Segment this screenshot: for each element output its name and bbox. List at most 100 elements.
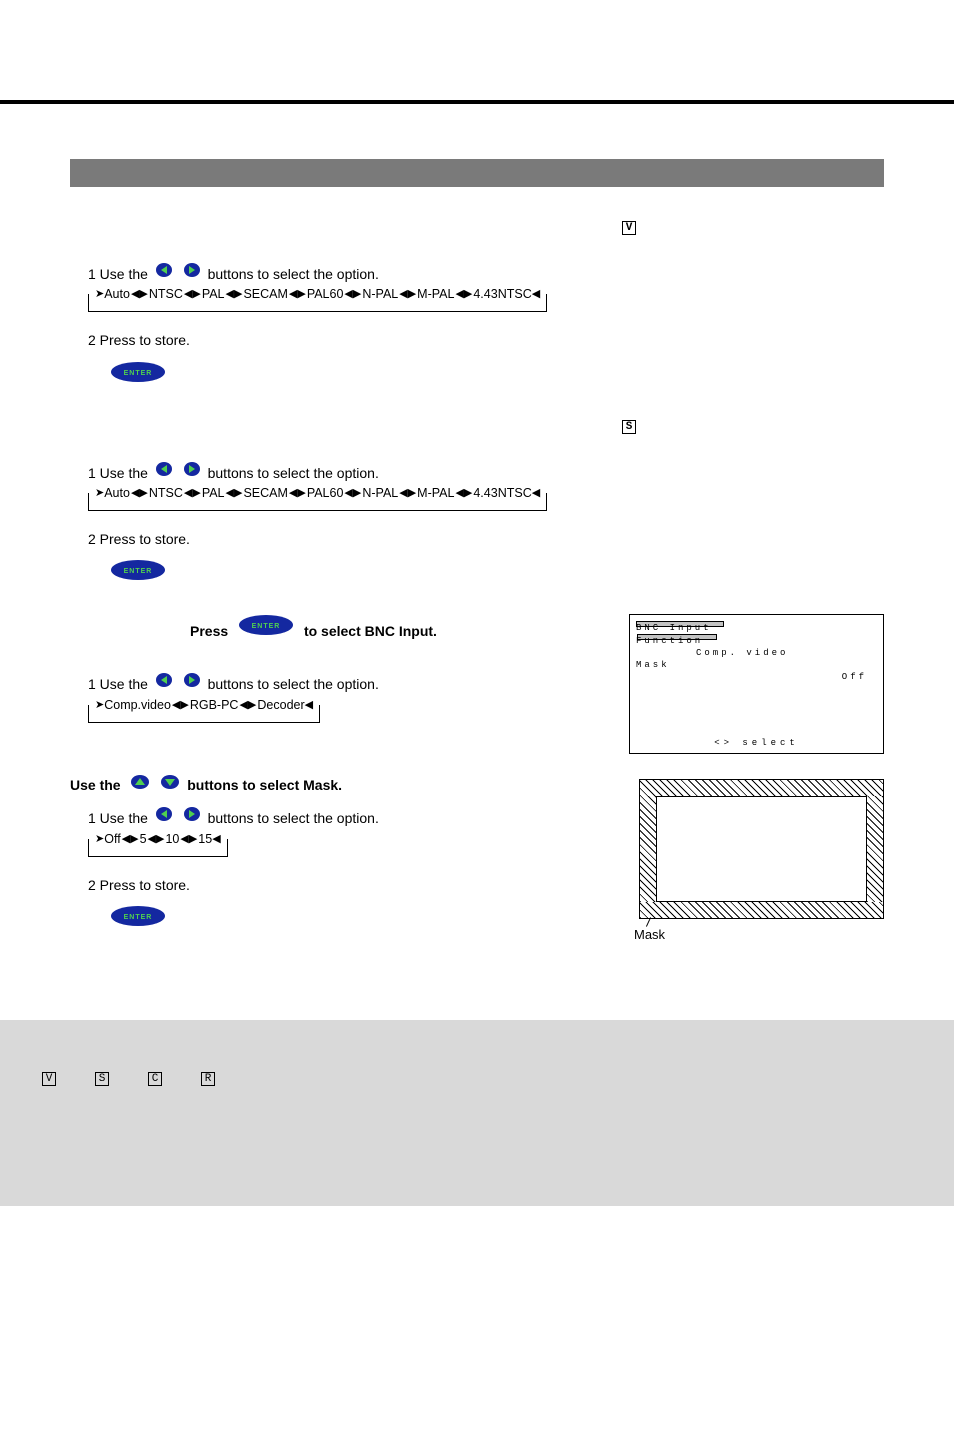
footer-item: R [199,1070,217,1086]
mask-sequence: ➤ Off ◀▶ 5 ◀▶ 10 ◀▶ 15 ◀ [88,839,610,857]
step2-prefix: 2 Press [88,531,135,547]
seq-item: PAL [202,485,225,501]
video-input-step1: 1 Use the buttons to select the option. [88,261,884,284]
seq-item: Decoder [257,697,304,713]
left-arrow-button-icon[interactable] [155,460,173,478]
footer-item: C [146,1070,164,1086]
step1-suffix: buttons to select the option. [208,810,379,826]
seq-item: PAL60 [307,485,344,501]
seq-item: M-PAL [417,286,454,302]
mask-step1: 1 Use the buttons to select the option. [88,805,610,828]
hatch-top [640,780,883,796]
svg-text:ENTER: ENTER [252,623,281,630]
ref-l3v: Off [842,672,867,682]
seq-item: SECAM [243,286,287,302]
seq-item: 10 [165,831,179,847]
enter-button-icon[interactable]: ENTER [110,361,884,388]
ref-l3: Mask [636,660,670,670]
enter-button-icon[interactable]: ENTER [110,559,884,586]
left-arrow-button-icon[interactable] [155,805,173,823]
step1-prefix: 1 Use the [88,465,148,481]
seq-item: RGB-PC [190,697,239,713]
box-letter-s: S [95,1072,109,1086]
seq-item: PAL60 [307,286,344,302]
ref-l2: Function [636,636,703,646]
enter-button-icon[interactable]: ENTER [110,905,610,932]
page-body: V 1 Use the buttons to select the option… [0,159,954,960]
hatch-right [867,796,883,902]
seq-item: Off [104,831,120,847]
video-input-step2: 2 Press to store. [88,330,884,350]
hatch-left [640,796,656,902]
seq-item: NTSC [149,286,183,302]
seq-item: 5 [140,831,147,847]
box-letter-c: C [148,1072,162,1086]
video-input-label: V [620,221,638,235]
box-letter-r: R [201,1072,215,1086]
ref-l2v: Comp. video [696,648,788,658]
step2-prefix: 2 Press [88,332,135,348]
s-input-step2: 2 Press to store. [88,529,884,549]
left-arrow-button-icon[interactable] [155,671,173,689]
enter-label: ENTER [124,568,153,575]
hatch-bottom [640,902,883,918]
section-video-input: V [70,217,884,235]
step2-suffix: to store. [139,332,190,348]
bnc-trail: to select BNC Input. [304,623,437,639]
section-bnc-input: Press ENTER to select BNC Input. 1 Use t… [70,614,884,754]
step1-prefix: 1 Use the [88,810,148,826]
right-arrow-button-icon[interactable] [183,460,201,478]
s-input-label: S [620,420,638,434]
seq-item: PAL [202,286,225,302]
footer-item: V [40,1070,58,1086]
seq-item: M-PAL [417,485,454,501]
mask-intro-prefix: Use the [70,777,121,793]
mask-step2: 2 Press to store. [88,875,610,895]
section-mask: Use the buttons to select Mask. 1 Use th… [70,754,884,960]
video-input-sequence: ➤ Auto ◀▶ NTSC ◀▶ PAL ◀▶ SECAM ◀▶ PAL60 … [88,294,884,312]
right-arrow-button-icon[interactable] [183,805,201,823]
enter-label: ENTER [124,370,153,377]
right-arrow-button-icon[interactable] [183,261,201,279]
step1-prefix: 1 Use the [88,676,148,692]
box-letter-s: S [622,420,636,434]
step1-suffix: buttons to select the option. [208,676,379,692]
s-input-step1: 1 Use the buttons to select the option. [88,460,884,483]
mask-intro-suffix: buttons to select Mask. [187,777,342,793]
ref-footer: <> select [636,737,877,749]
footer-panel: V S C R [0,1020,954,1206]
mask-inner-frame [656,796,867,902]
seq-item: Auto [104,485,130,501]
svg-text:ENTER: ENTER [124,914,153,921]
footer-item: S [93,1070,111,1086]
step1-prefix: 1 Use the [88,266,148,282]
mask-diagram: Mask [639,779,884,919]
step2-suffix: to store. [139,877,190,893]
up-arrow-button-icon[interactable] [130,774,150,795]
seq-item: N-PAL [362,485,398,501]
bnc-lead: Press [190,623,228,639]
seq-item: 4.43NTSC [473,286,531,302]
step1-suffix: buttons to select the option. [208,465,379,481]
seq-item: Auto [104,286,130,302]
header-rule [0,100,954,104]
step1-suffix: buttons to select the option. [208,266,379,282]
left-arrow-button-icon[interactable] [155,261,173,279]
step2-suffix: to store. [139,531,190,547]
s-input-sequence: ➤ Auto ◀▶ NTSC ◀▶ PAL ◀▶ SECAM ◀▶ PAL60 … [88,493,884,511]
mask-callout: Mask [634,927,665,942]
box-letter-v: V [622,221,636,235]
seq-item: SECAM [243,485,287,501]
bnc-step1: 1 Use the buttons to select the option. [88,671,610,694]
seq-item: 15 [198,831,212,847]
bnc-sequence: ➤ Comp.video ◀▶ RGB-PC ◀▶ Decoder ◀ [88,705,610,723]
seq-item: N-PAL [362,286,398,302]
section-title-bar [70,159,884,187]
enter-button-icon[interactable]: ENTER [238,614,294,636]
step2-prefix: 2 Press [88,877,135,893]
section-s-input: S [70,416,884,434]
right-arrow-button-icon[interactable] [183,671,201,689]
down-arrow-button-icon[interactable] [160,774,180,795]
box-letter-v: V [42,1072,56,1086]
reference-panel: BNC Input Function Comp. video Mask Off … [629,614,884,754]
